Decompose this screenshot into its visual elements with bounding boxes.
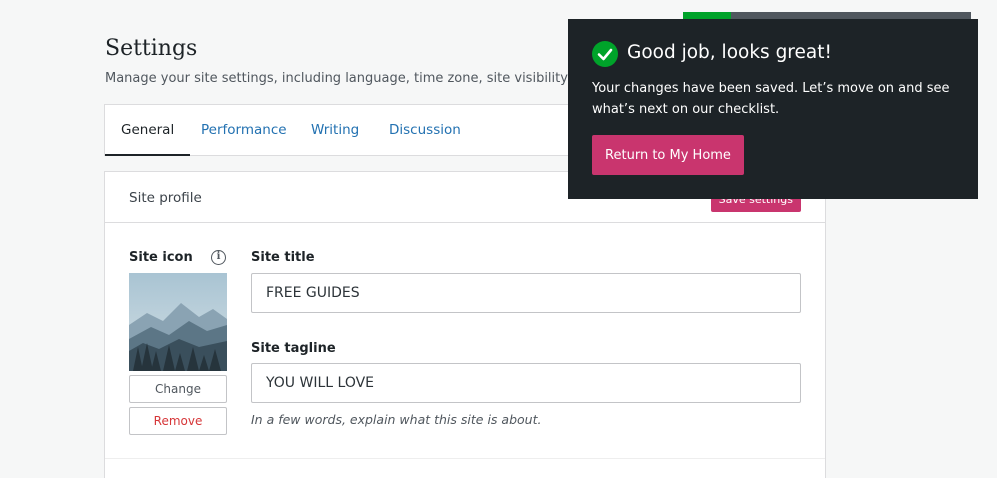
info-icon[interactable]: i <box>211 250 226 265</box>
tagline-help-text: In a few words, explain what this site i… <box>251 412 542 427</box>
page-title: Settings <box>105 36 198 61</box>
tab-performance[interactable]: Performance <box>201 105 287 156</box>
site-tagline-label: Site tagline <box>251 341 336 356</box>
change-icon-button[interactable]: Change <box>129 375 227 403</box>
toast-title: Good job, looks great! <box>627 42 832 63</box>
site-tagline-input[interactable] <box>251 363 801 403</box>
tab-general[interactable]: General <box>105 105 191 156</box>
site-title-label: Site title <box>251 250 315 265</box>
site-icon-label: Site icon <box>129 250 193 265</box>
site-title-input[interactable] <box>251 273 801 313</box>
site-profile-card: Site profile Save settings Site icon i C… <box>104 171 826 478</box>
checkmark-icon <box>592 41 618 67</box>
page-subtitle: Manage your site settings, including lan… <box>105 71 601 86</box>
remove-icon-button[interactable]: Remove <box>129 407 227 435</box>
card-title: Site profile <box>129 190 202 206</box>
section-divider <box>105 458 825 459</box>
tab-writing[interactable]: Writing <box>311 105 359 156</box>
success-toast: Good job, looks great! Your changes have… <box>568 19 978 199</box>
site-icon-image <box>129 273 227 371</box>
return-home-button[interactable]: Return to My Home <box>592 135 744 175</box>
toast-message: Your changes have been saved. Let’s move… <box>592 81 950 117</box>
tab-discussion[interactable]: Discussion <box>389 105 461 156</box>
